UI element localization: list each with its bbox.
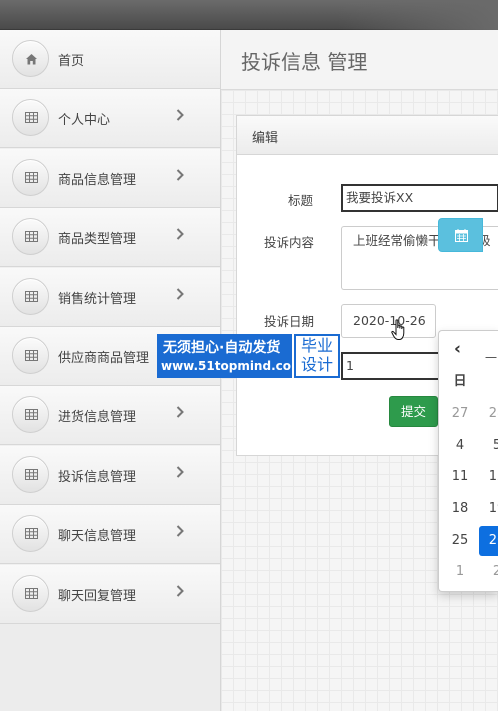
sidebar-item-label: 聊天回复管理 (58, 589, 137, 604)
grid-icon (12, 515, 49, 552)
sidebar-item-label: 销售统计管理 (58, 292, 137, 307)
sidebar-item-purchase-info[interactable]: 进货信息管理 (0, 386, 220, 445)
grid-icon (12, 278, 49, 315)
watermark-line1: 无须担心·自动发货 (163, 340, 281, 356)
sidebar-item-label: 供应商商品管理 (58, 351, 150, 366)
home-icon (12, 40, 49, 77)
calendar-icon (455, 229, 468, 242)
grid-icon (12, 218, 49, 255)
sidebar-item-label: 个人中心 (58, 113, 111, 128)
day-cell[interactable]: 18 (442, 494, 478, 524)
chevron-right-icon (176, 169, 184, 181)
day-cell[interactable]: 5 (479, 431, 498, 461)
datepicker-popup: ‹ 一 日 27 4 11 18 25 1 28 5 12 19 26 2 (438, 330, 498, 592)
sidebar-item-chat-reply[interactable]: 聊天回复管理 (0, 565, 220, 624)
day-cell[interactable]: 1 (442, 557, 478, 587)
sidebar-item-label: 首页 (58, 54, 85, 69)
watermark-banner: 无须担心·自动发货 www.51topmind.com 毕业设计 (157, 334, 340, 378)
datepicker-prev-button[interactable]: ‹ (454, 339, 461, 359)
sidebar-item-label: 聊天信息管理 (58, 529, 137, 544)
chevron-right-icon (176, 228, 184, 240)
grid-icon (12, 337, 49, 374)
sidebar-item-product-info[interactable]: 商品信息管理 (0, 149, 220, 208)
panel-header: 编辑 (237, 116, 498, 155)
hand-cursor-icon (391, 319, 405, 340)
sidebar-item-personal-center[interactable]: 个人中心 (0, 89, 220, 148)
sidebar-item-sales-stats[interactable]: 销售统计管理 (0, 268, 220, 327)
date-input[interactable]: 2020-10-26 (341, 304, 436, 338)
weekday-header-sunday: 日 (453, 374, 467, 389)
grid-icon (12, 396, 49, 433)
top-header-bar (0, 0, 498, 30)
sidebar-empty-area (0, 624, 220, 711)
chevron-right-icon (176, 585, 184, 597)
day-cell-selected[interactable]: 26 (479, 526, 498, 556)
submit-button[interactable]: 提交 (389, 396, 438, 427)
day-cell[interactable]: 25 (442, 526, 478, 556)
content-label: 投诉内容 (264, 235, 315, 250)
day-cell[interactable]: 19 (479, 494, 498, 524)
chevron-right-icon (176, 288, 184, 300)
sidebar-item-product-type[interactable]: 商品类型管理 (0, 208, 220, 267)
panel-title: 编辑 (252, 131, 279, 146)
datepicker-header-separator: 一 (485, 351, 498, 365)
title-input[interactable]: 我要投诉XX (341, 184, 498, 212)
sidebar-item-home[interactable]: 首页 (0, 30, 220, 89)
page-header: 投诉信息 管理 (221, 30, 498, 90)
date-label: 投诉日期 (264, 314, 315, 329)
day-cell[interactable]: 28 (479, 399, 498, 429)
chevron-right-icon (176, 406, 184, 418)
sidebar-item-label: 商品信息管理 (58, 173, 137, 188)
grid-icon (12, 99, 49, 136)
day-cell[interactable]: 2 (479, 557, 498, 587)
sidebar-item-chat-info[interactable]: 聊天信息管理 (0, 505, 220, 564)
sidebar-item-complaint-info[interactable]: 投诉信息管理 (0, 446, 220, 505)
chevron-right-icon (176, 525, 184, 537)
grid-icon (12, 575, 49, 612)
title-label: 标题 (288, 193, 314, 208)
chevron-right-icon (176, 109, 184, 121)
sidebar-item-label: 进货信息管理 (58, 410, 137, 425)
chevron-right-icon (176, 466, 184, 478)
day-cell[interactable]: 27 (442, 399, 478, 429)
calendar-button[interactable] (438, 218, 483, 252)
sidebar-item-label: 投诉信息管理 (58, 470, 137, 485)
day-cell[interactable]: 12 (479, 462, 498, 492)
watermark-badge: 毕业设计 (294, 334, 340, 378)
watermark-url: www.51topmind.com (161, 359, 304, 373)
grid-icon (12, 159, 49, 196)
day-cell[interactable]: 4 (442, 431, 478, 461)
watermark-text-block: 无须担心·自动发货 www.51topmind.com (157, 334, 304, 378)
sidebar-item-label: 商品类型管理 (58, 232, 137, 247)
day-cell[interactable]: 11 (442, 462, 478, 492)
page-title: 投诉信息 管理 (241, 50, 368, 74)
grid-icon (12, 456, 49, 493)
